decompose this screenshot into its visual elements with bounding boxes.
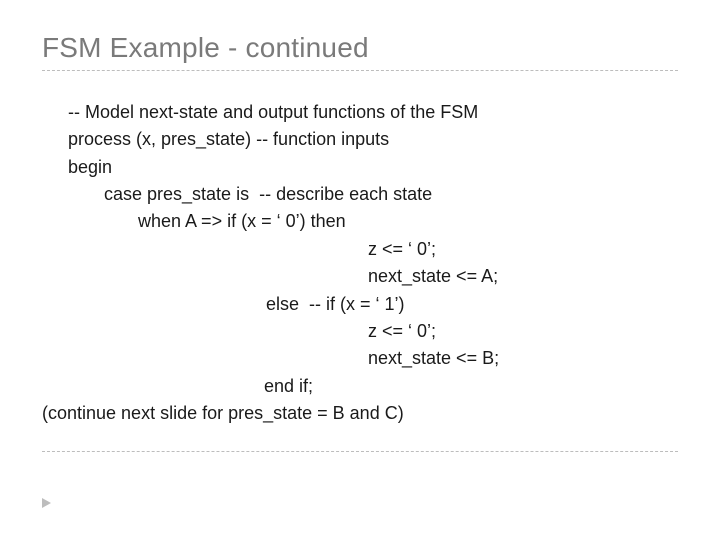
title-divider bbox=[42, 70, 678, 71]
bottom-divider bbox=[42, 451, 678, 452]
code-block: -- Model next-state and output functions… bbox=[42, 99, 678, 427]
code-line: next_state <= A; bbox=[68, 263, 678, 290]
code-line: begin bbox=[68, 154, 678, 181]
code-line: else -- if (x = ‘ 1’) bbox=[68, 291, 678, 318]
code-line: next_state <= B; bbox=[68, 345, 678, 372]
code-line: when A => if (x = ‘ 0’) then bbox=[68, 208, 678, 235]
code-line: -- Model next-state and output functions… bbox=[68, 99, 678, 126]
code-line: process (x, pres_state) -- function inpu… bbox=[68, 126, 678, 153]
code-line: z <= ‘ 0’; bbox=[68, 318, 678, 345]
code-line: z <= ‘ 0’; bbox=[68, 236, 678, 263]
page-title: FSM Example - continued bbox=[42, 32, 678, 64]
code-line: end if; bbox=[68, 373, 678, 400]
play-arrow-icon bbox=[42, 498, 51, 508]
code-line: case pres_state is -- describe each stat… bbox=[68, 181, 678, 208]
code-line: (continue next slide for pres_state = B … bbox=[42, 400, 678, 427]
